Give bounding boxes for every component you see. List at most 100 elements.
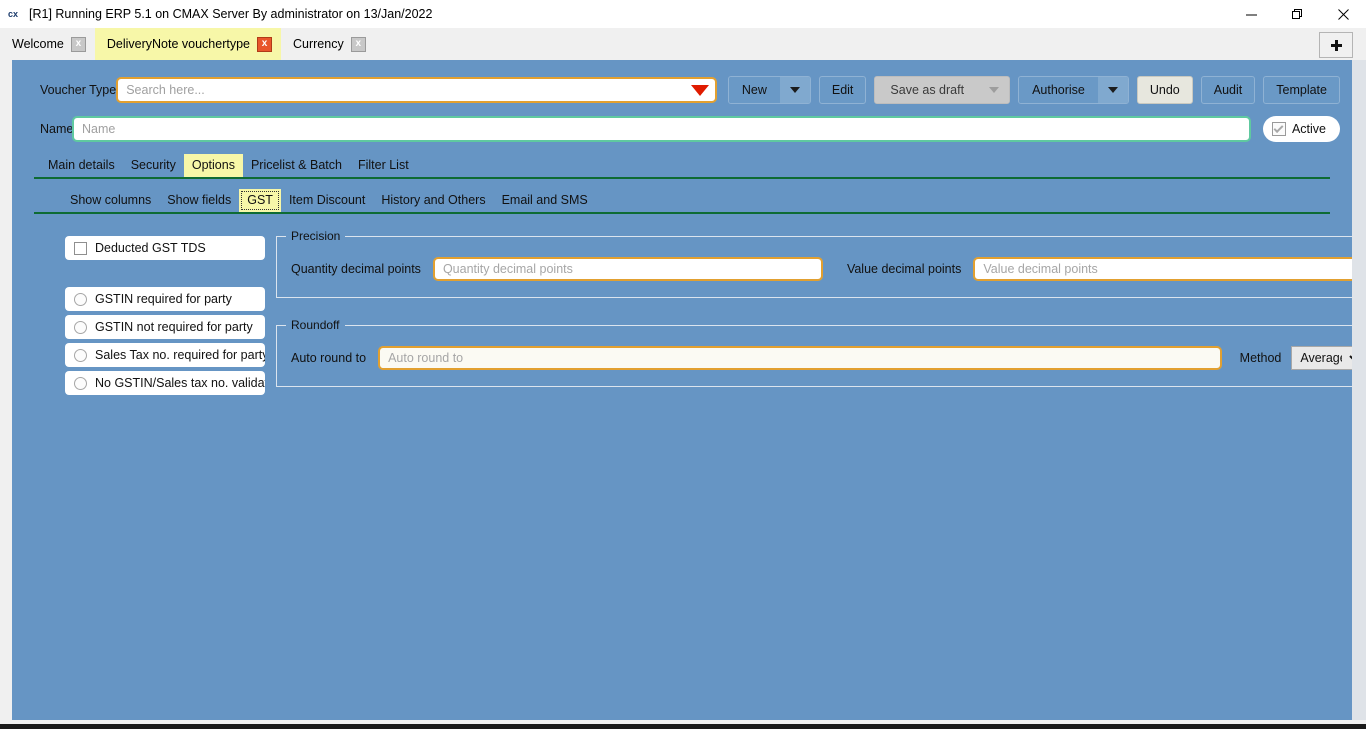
roundoff-group: Roundoff Auto round to Method Average xyxy=(276,318,1352,387)
client-area: Voucher Type New Edit xyxy=(0,60,1366,724)
caret-down-icon xyxy=(690,84,709,96)
authorise-button-label: Authorise xyxy=(1019,77,1098,103)
subtab-show-fields[interactable]: Show fields xyxy=(159,189,239,212)
document-tab-deliverynote-vouchertype[interactable]: DeliveryNote vouchertype x xyxy=(94,28,281,60)
active-checkbox-box[interactable] xyxy=(1271,122,1286,136)
radio-button[interactable] xyxy=(74,292,87,306)
save-as-draft-dropdown-arrow-icon[interactable] xyxy=(979,77,1010,103)
value-decimal-points-input[interactable] xyxy=(973,257,1352,281)
checkbox-box[interactable] xyxy=(74,241,87,255)
subtab-show-columns[interactable]: Show columns xyxy=(62,189,159,212)
tab-label: Currency xyxy=(293,36,344,51)
app-icon: cx xyxy=(7,9,18,19)
radio-gstin-required-for-party[interactable]: GSTIN required for party xyxy=(65,287,265,311)
radio-label: GSTIN required for party xyxy=(95,292,232,306)
method-label: Method xyxy=(1239,351,1282,365)
radio-label: No GSTIN/Sales tax no. validation xyxy=(95,376,265,390)
radio-label: Sales Tax no. required for party xyxy=(95,348,265,362)
new-tab-button[interactable] xyxy=(1319,32,1353,58)
save-as-draft-button[interactable]: Save as draft xyxy=(874,76,1011,104)
name-row: Name Active xyxy=(12,104,1352,142)
audit-button-label: Audit xyxy=(1213,83,1243,97)
gst-settings-column: Precision Quantity decimal points Value … xyxy=(276,229,1352,414)
tab-filter-list[interactable]: Filter List xyxy=(350,154,417,177)
tab-options[interactable]: Options xyxy=(183,154,243,177)
close-icon[interactable] xyxy=(1320,0,1366,28)
roundoff-group-title: Roundoff xyxy=(286,318,345,332)
chevron-down-icon xyxy=(1107,87,1118,93)
plus-icon xyxy=(1330,39,1342,51)
gst-toggle-column: Deducted GST TDS GSTIN required for part… xyxy=(65,236,265,414)
minimize-icon[interactable] xyxy=(1228,0,1274,28)
quantity-decimal-points-input[interactable] xyxy=(432,257,823,281)
voucher-type-label: Voucher Type xyxy=(40,83,117,97)
tab-label: DeliveryNote vouchertype xyxy=(106,36,250,51)
authorise-dropdown-arrow-icon[interactable] xyxy=(1097,77,1128,103)
edit-button-label: Edit xyxy=(831,83,854,97)
tab-label: Welcome xyxy=(12,36,64,51)
dropdown-arrow-icon[interactable] xyxy=(685,79,715,101)
subtab-item-discount[interactable]: Item Discount xyxy=(281,189,373,212)
voucher-type-search-combo[interactable] xyxy=(116,77,717,103)
tab-security[interactable]: Security xyxy=(123,154,184,177)
radio-gstin-not-required-for-party[interactable]: GSTIN not required for party xyxy=(65,315,265,339)
quantity-decimal-points-label: Quantity decimal points xyxy=(291,262,421,276)
roundoff-fields-row: Auto round to Method Average xyxy=(291,346,1352,370)
precision-fields-row: Quantity decimal points Value decimal po… xyxy=(291,257,1352,281)
auto-round-to-label: Auto round to xyxy=(291,351,367,365)
tab-strip-spacer xyxy=(375,28,1319,60)
sub-tab-bar: Show columns Show fields GST Item Discou… xyxy=(34,189,1330,214)
tab-close-icon[interactable]: x xyxy=(70,36,86,52)
gst-options-panel: Deducted GST TDS GSTIN required for part… xyxy=(12,214,1352,414)
new-dropdown-arrow-icon[interactable] xyxy=(779,77,810,103)
value-decimal-points-label: Value decimal points xyxy=(846,262,962,276)
radio-button[interactable] xyxy=(74,320,87,334)
application-window: cx [R1] Running ERP 5.1 on CMAX Server B… xyxy=(0,0,1366,729)
precision-group-title: Precision xyxy=(286,229,346,243)
audit-button[interactable]: Audit xyxy=(1200,76,1256,104)
document-tab-strip: Welcome x DeliveryNote vouchertype x Cur… xyxy=(0,28,1366,60)
restore-icon[interactable] xyxy=(1274,0,1320,28)
radio-sales-tax-no-required-for-party[interactable]: Sales Tax no. required for party xyxy=(65,343,265,367)
right-margin xyxy=(1352,60,1366,720)
tab-close-icon[interactable]: x xyxy=(350,36,366,52)
action-toolbar: New Edit Save as draft Authorise Undo Au… xyxy=(727,76,1340,104)
name-input[interactable] xyxy=(72,116,1251,142)
authorise-button[interactable]: Authorise xyxy=(1018,76,1129,104)
template-button-label: Template xyxy=(1276,83,1327,97)
method-select[interactable]: Average xyxy=(1291,346,1352,370)
tab-main-details[interactable]: Main details xyxy=(40,154,123,177)
document-tab-welcome[interactable]: Welcome x xyxy=(0,28,95,60)
undo-button-label: Undo xyxy=(1149,83,1180,97)
main-tab-bar: Main details Security Options Pricelist … xyxy=(34,154,1330,179)
undo-button[interactable]: Undo xyxy=(1136,76,1193,104)
voucher-type-row: Voucher Type New Edit xyxy=(12,60,1352,104)
new-button-label: New xyxy=(728,77,780,103)
left-margin xyxy=(0,60,12,720)
subtab-gst[interactable]: GST xyxy=(239,189,281,212)
edit-button[interactable]: Edit xyxy=(818,76,867,104)
radio-button[interactable] xyxy=(74,376,87,390)
radio-no-gstin-sales-tax-no-validation[interactable]: No GSTIN/Sales tax no. validation xyxy=(65,371,265,395)
subtab-history-and-others[interactable]: History and Others xyxy=(373,189,493,212)
auto-round-to-input[interactable] xyxy=(378,346,1222,370)
radio-label: GSTIN not required for party xyxy=(95,320,253,334)
window-title: [R1] Running ERP 5.1 on CMAX Server By a… xyxy=(29,7,433,21)
checkmark-icon xyxy=(1274,122,1284,133)
title-bar: cx [R1] Running ERP 5.1 on CMAX Server B… xyxy=(0,0,1366,28)
document-tab-currency[interactable]: Currency x xyxy=(281,28,375,60)
tab-close-icon[interactable]: x xyxy=(257,36,272,52)
subtab-email-and-sms[interactable]: Email and SMS xyxy=(494,189,596,212)
search-input[interactable] xyxy=(118,83,685,97)
template-button[interactable]: Template xyxy=(1263,76,1340,104)
active-checkbox[interactable]: Active xyxy=(1262,116,1340,142)
precision-group: Precision Quantity decimal points Value … xyxy=(276,229,1352,298)
chevron-down-icon xyxy=(989,87,1000,93)
new-button[interactable]: New xyxy=(727,76,811,104)
radio-button[interactable] xyxy=(74,348,87,362)
active-checkbox-label: Active xyxy=(1291,122,1326,136)
save-as-draft-label: Save as draft xyxy=(875,77,980,103)
tab-pricelist-and-batch[interactable]: Pricelist & Batch xyxy=(243,154,350,177)
deducted-gst-tds-checkbox[interactable]: Deducted GST TDS xyxy=(65,236,265,260)
chevron-down-icon xyxy=(789,87,800,93)
